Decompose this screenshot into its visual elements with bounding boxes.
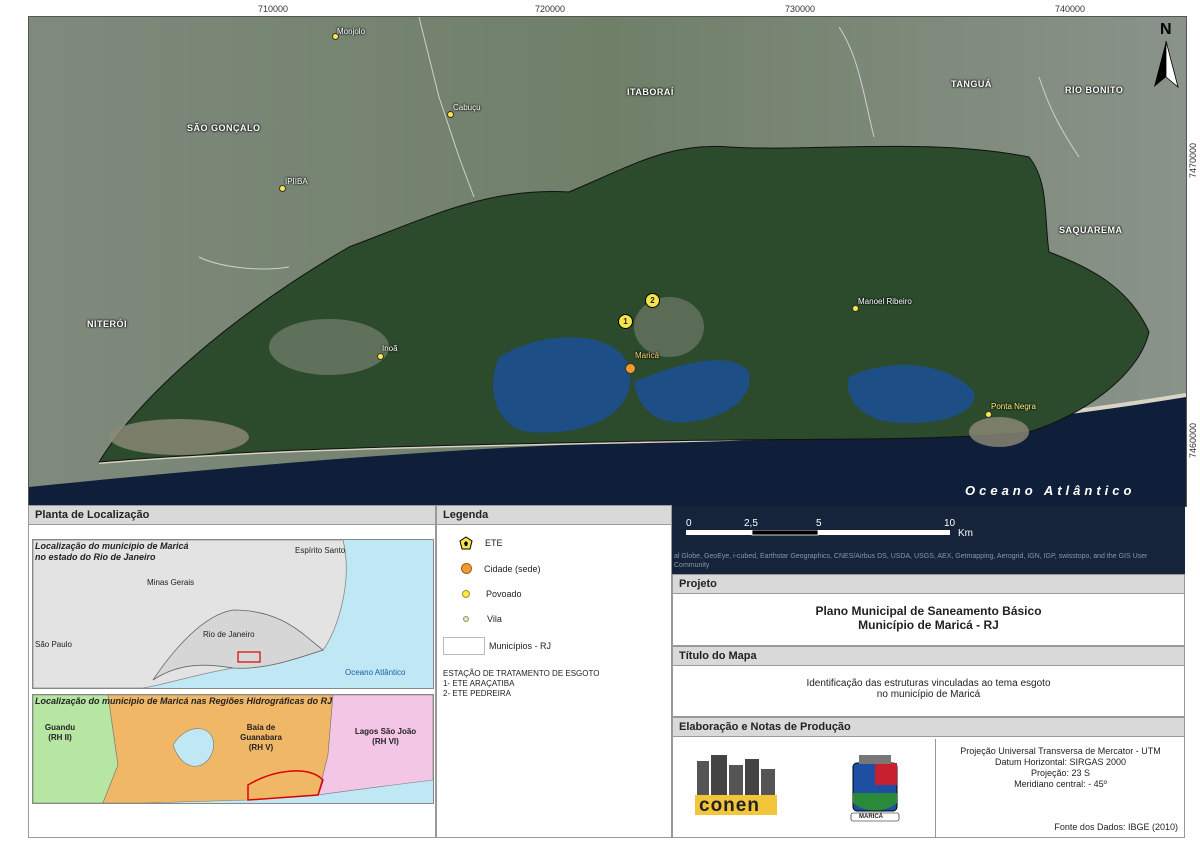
scale-bar <box>686 530 950 536</box>
legend-label-municipios: Municípios - RJ <box>489 641 552 651</box>
state-label-sao-paulo: São Paulo <box>35 640 72 649</box>
note-meridian: Meridiano central: - 45º <box>1014 779 1107 789</box>
legend-item-povoado: Povoado <box>462 589 522 599</box>
scale-tick-2-5: 2,5 <box>744 518 758 529</box>
label-tangua: TANGUÁ <box>951 79 992 89</box>
location-panel: Planta de Localização Localização do mun… <box>28 505 436 838</box>
marica-seal-text: MARICÁ <box>859 814 883 820</box>
scale-panel: 0 2,5 5 10 Km al Globe, GeoEye, i-cubed,… <box>672 506 1185 574</box>
label-niteroi: NITERÓI <box>87 319 128 329</box>
regions-inset-map[interactable]: Localização do município de Maricá nas R… <box>32 694 434 804</box>
legend-label-ete: ETE <box>485 538 503 548</box>
note-projection: Projeção Universal Transversa de Mercato… <box>960 746 1161 756</box>
label-inoa: Inoã <box>382 344 398 353</box>
municipio-swatch-icon <box>443 637 485 655</box>
regions-inset-caption: Localização do município de Maricá nas R… <box>35 696 333 706</box>
ete-marker-1[interactable]: 1 <box>618 314 633 329</box>
map-title-panel: Título do Mapa Identificação das estrutu… <box>672 646 1185 717</box>
note-datum: Datum Horizontal: SIRGAS 2000 <box>994 757 1127 767</box>
state-inset-caption: Localização do município de Maricá no es… <box>35 541 189 562</box>
place-pin <box>447 111 454 118</box>
city-dot-icon <box>461 563 472 574</box>
ete-list-item-2: 2- ETE PEDREIRA <box>443 689 512 698</box>
place-pin <box>377 353 384 360</box>
label-manoel-ribeiro: Manoel Ribeiro <box>858 297 912 306</box>
povoado-dot-icon <box>462 590 470 598</box>
label-rio-bonito: RIO BONITO <box>1065 85 1124 95</box>
coord-720000: 720000 <box>535 4 566 14</box>
production-heading: Elaboração e Notas de Produção <box>673 718 1184 737</box>
legend-item-city: Cidade (sede) <box>461 563 541 574</box>
location-title: Planta de Localização <box>29 506 435 525</box>
conen-logo-text: conen <box>699 795 760 816</box>
scale-tick-10: 10 <box>944 518 956 529</box>
scale-unit: Km <box>958 528 973 539</box>
scale-tick-0: 0 <box>686 518 692 529</box>
legend-label-povoado: Povoado <box>486 589 522 599</box>
project-line-2: Município de Maricá - RJ <box>858 618 999 632</box>
label-monjolo: Monjolo <box>337 27 366 36</box>
coord-740000: 740000 <box>1055 4 1086 14</box>
place-pin <box>985 411 992 418</box>
label-ponta-negra: Ponta Negra <box>991 402 1036 411</box>
label-ipiiba: IPIIBA <box>285 177 308 186</box>
ocean-label: Oceano Atlântico <box>965 483 1136 498</box>
ete-list-title: ESTAÇÃO DE TRATAMENTO DE ESGOTO <box>443 669 600 678</box>
label-sao-goncalo: SÃO GONÇALO <box>187 123 261 133</box>
region-label-lagos: Lagos São João (RH VI) <box>354 727 417 746</box>
north-label: N <box>1160 21 1172 38</box>
ete-pentagon-icon <box>459 536 473 550</box>
coord-730000: 730000 <box>785 4 816 14</box>
coord-710000: 710000 <box>258 4 289 14</box>
state-label-rio-de-janeiro: Rio de Janeiro <box>203 630 255 639</box>
state-label-espirito-santo: Espírito Santo <box>295 546 346 555</box>
map-attribution: al Globe, GeoEye, i-cubed, Earthstar Geo… <box>674 553 1148 569</box>
place-pin <box>279 185 286 192</box>
state-inset-map[interactable]: Localização do município de Maricá no es… <box>32 539 434 689</box>
ete-list: ESTAÇÃO DE TRATAMENTO DE ESGOTO 1- ETE A… <box>443 669 599 699</box>
ete-list-item-1: 1- ETE ARAÇATIBA <box>443 679 515 688</box>
project-panel: Projeto Plano Municipal de Saneamento Bá… <box>672 574 1185 646</box>
project-line-1: Plano Municipal de Saneamento Básico <box>815 604 1042 618</box>
coord-7470000: 7470000 <box>1188 142 1198 178</box>
legend-item-ete: ETE <box>459 536 503 550</box>
production-panel: Elaboração e Notas de Produção conen MAR… <box>672 717 1185 838</box>
region-label-guanabara: Baía de Guanabara (RH V) <box>240 723 282 752</box>
city-seat-marker[interactable] <box>625 363 636 374</box>
region-label-guandu: Guandu (RH II) <box>44 723 76 742</box>
coord-7460000: 7460000 <box>1188 422 1198 458</box>
map-title-heading: Título do Mapa <box>673 647 1184 666</box>
label-cabucu: Cabuçu <box>453 103 481 112</box>
legend-item-vila: Vila <box>463 614 502 624</box>
place-pin <box>852 305 859 312</box>
legend-title: Legenda <box>437 506 671 525</box>
scale-tick-5: 5 <box>816 518 822 529</box>
inset-ocean-label: Oceano Atlântico <box>345 668 406 677</box>
ete-marker-2[interactable]: 2 <box>645 293 660 308</box>
logos-area: conen MARICÁ <box>673 739 936 837</box>
legend-panel: Legenda ETE Cidade (sede) Povoado Vila M… <box>436 505 672 838</box>
data-source: Fonte dos Dados: IBGE (2010) <box>1054 822 1178 832</box>
main-map[interactable]: N SÃO GONÇALO ITABORAÍ TANGUÁ RIO BONITO… <box>28 16 1187 507</box>
project-heading: Projeto <box>673 575 1184 594</box>
label-saquarema: SAQUAREMA <box>1059 225 1123 235</box>
legend-item-municipios: Municípios - RJ <box>443 637 551 655</box>
map-imagery <box>29 17 1186 506</box>
map-title-line-1: Identificação das estruturas vinculadas … <box>806 678 1051 689</box>
production-notes: Projeção Universal Transversa de Mercato… <box>935 746 1186 790</box>
map-title-line-2: no município de Maricá <box>876 689 981 700</box>
label-itaborai: ITABORAÍ <box>627 87 674 97</box>
label-marica: Maricá <box>635 351 660 360</box>
vila-dot-icon <box>463 616 469 622</box>
legend-label-vila: Vila <box>487 614 502 624</box>
state-label-minas-gerais: Minas Gerais <box>147 578 195 587</box>
legend-label-city: Cidade (sede) <box>484 563 541 574</box>
note-zone: Projeção: 23 S <box>1030 768 1091 778</box>
